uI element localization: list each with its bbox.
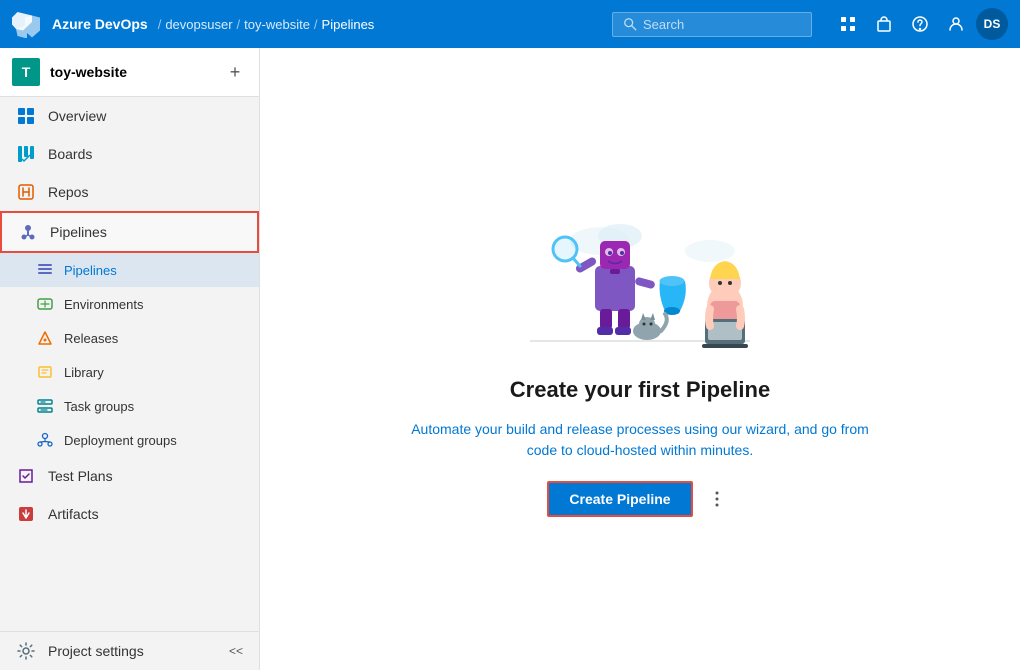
desc-line2: code to cloud-hosted within minutes. (527, 442, 753, 458)
sidebar-subitem-pipelines-label: Pipelines (64, 263, 117, 278)
taskgroups-icon (36, 397, 54, 415)
breadcrumb-sep1: / (158, 17, 162, 32)
sidebar-item-boards[interactable]: Boards (0, 135, 259, 173)
pipeline-empty-desc: Automate your build and release processe… (411, 419, 869, 461)
artifacts-icon (16, 504, 36, 524)
sidebar-subitem-deploymentgroups-label: Deployment groups (64, 433, 177, 448)
settings-grid-icon[interactable] (832, 8, 864, 40)
sidebar-subitem-taskgroups[interactable]: Task groups (0, 389, 259, 423)
sidebar-artifacts-label: Artifacts (48, 506, 99, 522)
avatar[interactable]: DS (976, 8, 1008, 40)
sidebar-item-repos[interactable]: Repos (0, 173, 259, 211)
shopping-bag-icon[interactable] (868, 8, 900, 40)
project-header: T toy-website + (0, 48, 259, 97)
breadcrumb-current: Pipelines (322, 17, 375, 32)
sidebar-testplans-label: Test Plans (48, 468, 113, 484)
boards-icon (16, 144, 36, 164)
search-bar[interactable] (612, 12, 812, 37)
sidebar-subitem-environments[interactable]: Environments (0, 287, 259, 321)
breadcrumb-project[interactable]: toy-website (244, 17, 310, 32)
repos-icon (16, 182, 36, 202)
main-content-area: Create your first Pipeline Automate your… (260, 48, 1020, 670)
user-icon[interactable] (940, 8, 972, 40)
azure-devops-logo (12, 10, 40, 38)
sidebar-item-projectsettings[interactable]: Project settings << (0, 632, 259, 670)
brand-name: Azure DevOps (52, 16, 148, 32)
sidebar-subitem-environments-label: Environments (64, 297, 143, 312)
sidebar-pipelines-label: Pipelines (50, 224, 107, 240)
pipelines-sub-icon (36, 261, 54, 279)
library-icon (36, 363, 54, 381)
sidebar-subitem-deploymentgroups[interactable]: Deployment groups (0, 423, 259, 457)
action-row: Create Pipeline (547, 481, 732, 517)
breadcrumb-sep3: / (314, 17, 318, 32)
sidebar-subitem-library[interactable]: Library (0, 355, 259, 389)
testplans-icon (16, 466, 36, 486)
pipelines-icon (18, 222, 38, 242)
pipeline-empty-state: Create your first Pipeline Automate your… (411, 201, 869, 517)
sidebar-item-testplans[interactable]: Test Plans (0, 457, 259, 495)
sidebar-overview-label: Overview (48, 108, 106, 124)
breadcrumb: / devopsuser / toy-website / Pipelines (158, 17, 375, 32)
create-pipeline-button[interactable]: Create Pipeline (547, 481, 692, 517)
projectsettings-icon (16, 641, 36, 661)
sidebar-projectsettings-label: Project settings (48, 643, 144, 659)
top-navigation: Azure DevOps / devopsuser / toy-website … (0, 0, 1020, 48)
breadcrumb-sep2: / (237, 17, 241, 32)
sidebar-item-overview[interactable]: Overview (0, 97, 259, 135)
sidebar-subitem-releases-label: Releases (64, 331, 118, 346)
sidebar: T toy-website + Overview (0, 48, 260, 670)
sidebar-subitem-releases[interactable]: Releases (0, 321, 259, 355)
pipeline-empty-title: Create your first Pipeline (510, 377, 770, 403)
sidebar-item-pipelines[interactable]: Pipelines (0, 211, 259, 253)
more-options-button[interactable] (701, 483, 733, 515)
search-input[interactable] (643, 17, 793, 32)
search-icon (623, 17, 637, 31)
collapse-icon[interactable]: << (229, 644, 243, 658)
breadcrumb-org[interactable]: devopsuser (165, 17, 232, 32)
project-icon: T (12, 58, 40, 86)
sidebar-boards-label: Boards (48, 146, 92, 162)
main-layout: T toy-website + Overview (0, 48, 1020, 670)
sidebar-subitem-pipelines[interactable]: Pipelines (0, 253, 259, 287)
sidebar-subitem-taskgroups-label: Task groups (64, 399, 134, 414)
project-name: toy-website (50, 64, 223, 80)
deploymentgroups-icon (36, 431, 54, 449)
overview-icon (16, 106, 36, 126)
sidebar-subitem-library-label: Library (64, 365, 104, 380)
pipeline-illustration (510, 201, 770, 361)
sidebar-item-artifacts[interactable]: Artifacts (0, 495, 259, 533)
desc-line1: Automate your build and release processe… (411, 421, 869, 437)
environments-icon (36, 295, 54, 313)
sidebar-repos-label: Repos (48, 184, 88, 200)
top-nav-icons: DS (832, 8, 1008, 40)
add-project-button[interactable]: + (223, 60, 247, 84)
releases-icon (36, 329, 54, 347)
help-icon[interactable] (904, 8, 936, 40)
sidebar-footer: Project settings << (0, 631, 259, 670)
